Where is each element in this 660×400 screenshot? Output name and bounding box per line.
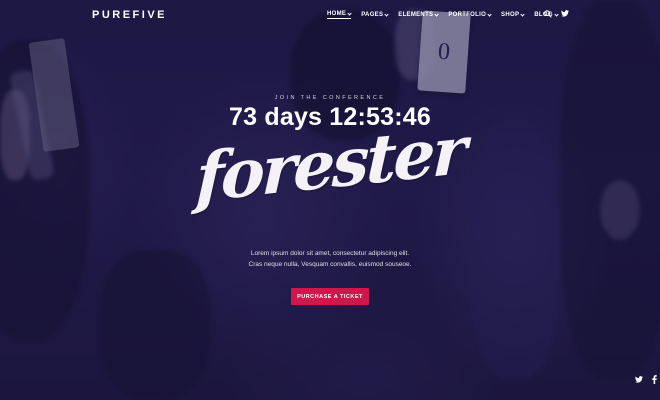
hero-description: Lorem ipsum dolor sit amet, consectetur … bbox=[0, 248, 660, 270]
social-links bbox=[634, 375, 659, 384]
purchase-ticket-button[interactable]: PURCHASE A TICKET bbox=[291, 288, 369, 305]
twitter-icon[interactable] bbox=[634, 375, 643, 384]
hero-description-line: Cras neque nulla, Vesquam convallis, eui… bbox=[248, 261, 412, 268]
hero-description-line: Lorem ipsum dolor sit amet, consectetur … bbox=[250, 250, 410, 257]
hero-section: JOIN THE CONFERENCE 73 days 12:53:46 for… bbox=[0, 0, 660, 400]
facebook-icon[interactable] bbox=[650, 375, 659, 384]
